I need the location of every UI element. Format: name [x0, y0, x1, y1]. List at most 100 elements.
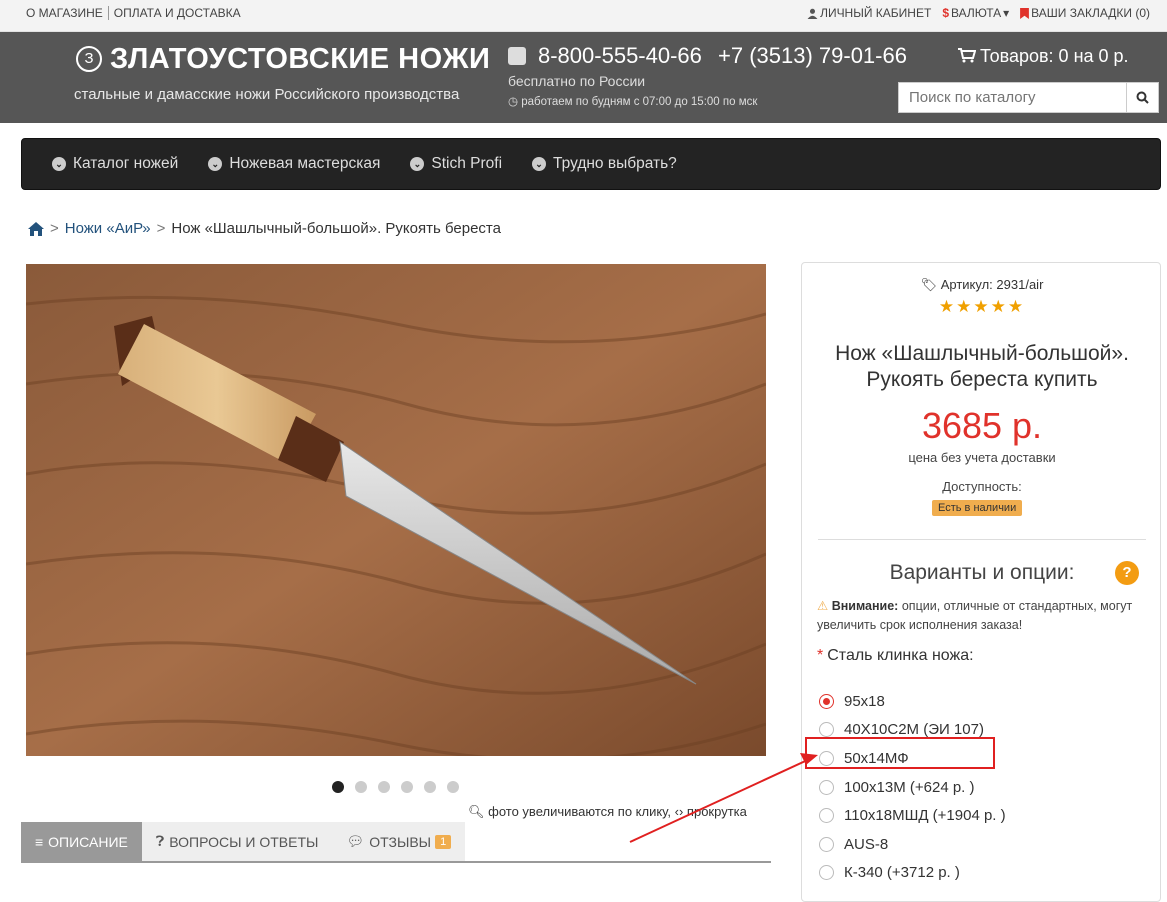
gallery-dot[interactable]: [401, 781, 413, 793]
steel-option[interactable]: 110х18МШД (+1904 р. ): [819, 801, 1006, 830]
reviews-count-badge: 1: [435, 834, 452, 849]
breadcrumb: > Ножи «АиР» > Нож «Шашлычный-большой». …: [28, 220, 501, 237]
price-note: цена без учета доставки: [908, 450, 1056, 465]
top-bar: О МАГАЗИНЕ ОПЛАТА И ДОСТАВКА ЛИЧНЫЙ КАБИ…: [0, 0, 1167, 32]
list-icon: ≡: [35, 833, 44, 850]
steel-label: * Сталь клинка ножа:: [817, 647, 974, 665]
cart-summary[interactable]: Товаров: 0 на 0 р.: [958, 46, 1129, 67]
phone-primary[interactable]: 8-800-555-40-66: [508, 43, 702, 69]
required-marker: *: [817, 647, 824, 664]
radio-button[interactable]: [819, 722, 834, 738]
gallery-dot[interactable]: [378, 781, 390, 793]
steel-option[interactable]: AUS-8: [819, 830, 1006, 859]
sku-label: Артикул:: [940, 277, 993, 292]
nav-item-help-choose-label: Трудно выбрать?: [553, 155, 677, 172]
logo-mark[interactable]: З: [76, 46, 102, 72]
user-icon: [807, 8, 818, 19]
tab-questions[interactable]: ❓︎ ВОПРОСЫ И ОТВЕТЫ: [141, 822, 333, 861]
chevron-down-icon: ⌄: [52, 157, 66, 171]
search-input[interactable]: [899, 83, 1126, 112]
steel-option-label: AUS-8: [844, 835, 889, 853]
steel-option-label: 95х18: [844, 692, 885, 710]
annotation-highlight-box: [805, 737, 995, 769]
nav-item-help-choose[interactable]: ⌄ Трудно выбрать?: [532, 155, 677, 173]
chevron-down-icon: ⌄: [532, 157, 547, 171]
phone-icon: [508, 47, 526, 65]
about-link[interactable]: О МАГАЗИНЕ: [26, 6, 108, 20]
bookmarks-link[interactable]: ВАШИ ЗАКЛАДКИ (0): [1020, 6, 1150, 20]
zoom-icon: 🔍︎: [468, 804, 485, 819]
nav-item-workshop-label: Ножевая мастерская: [229, 155, 381, 172]
phone-secondary[interactable]: +7 (3513) 79-01-66: [718, 43, 907, 69]
tab-reviews[interactable]: 💬︎ ОТЗЫВЫ 1: [332, 822, 466, 861]
working-hours-text: работаем по будням с 07:00 до 15:00 по м…: [521, 96, 758, 108]
warning-bold: Внимание:: [831, 599, 899, 613]
product-price: 3685 р.: [921, 405, 1043, 446]
search-button[interactable]: [1126, 83, 1158, 112]
bookmarks-label: ВАШИ ЗАКЛАДКИ (0): [1031, 6, 1150, 20]
steel-option[interactable]: К-340 (+3712 р. ): [819, 859, 1006, 888]
phone-note: бесплатно по России: [508, 73, 646, 89]
caret-down-icon: ▾: [1003, 6, 1010, 20]
gallery-dot[interactable]: [447, 781, 459, 793]
comments-icon: 💬︎: [346, 833, 365, 849]
nav-item-stich-profi[interactable]: ⌄ Stich Profi: [410, 155, 502, 173]
arrows-horizontal-icon: ‹›: [674, 804, 684, 819]
tag-icon: 🏷︎: [920, 277, 938, 292]
rating-stars: ★★★★★: [938, 297, 1026, 316]
tab-description[interactable]: ≡ ОПИСАНИЕ: [21, 822, 142, 861]
account-link[interactable]: ЛИЧНЫЙ КАБИНЕТ: [807, 6, 931, 20]
dollar-icon: $: [942, 6, 949, 20]
gallery-dots: [332, 781, 459, 793]
bookmark-icon: [1020, 7, 1030, 19]
breadcrumb-link-air[interactable]: Ножи «АиР»: [65, 220, 151, 237]
nav-item-catalog-label: Каталог ножей: [73, 155, 179, 172]
delivery-link[interactable]: ОПЛАТА И ДОСТАВКА: [107, 6, 246, 20]
radio-button[interactable]: [819, 693, 834, 709]
search-icon: [1136, 91, 1149, 104]
product-info-panel: 🏷︎ Артикул: 2931/air ★★★★★ Нож «Шашлычны…: [801, 262, 1161, 902]
gallery-dot[interactable]: [355, 781, 367, 793]
nav-item-stich-profi-label: Stich Profi: [431, 155, 503, 172]
question-circle-icon: ❓︎: [155, 833, 165, 849]
working-hours: ◷ работаем по будням с 07:00 до 15:00 по…: [508, 94, 757, 108]
radio-button[interactable]: [819, 865, 834, 881]
nav-item-catalog[interactable]: ⌄ Каталог ножей: [52, 155, 178, 173]
main-nav: ⌄ Каталог ножей ⌄ Ножевая мастерская ⌄ Stic…: [21, 138, 1161, 190]
stock-badge: Есть в наличии: [932, 500, 1023, 516]
nav-item-workshop[interactable]: ⌄ Ножевая мастерская: [208, 155, 380, 173]
radio-button[interactable]: [819, 836, 834, 852]
logo-title[interactable]: ЗЛАТОУСТОВСКИЕ НОЖИ: [110, 43, 490, 76]
phone-primary-number: 8-800-555-40-66: [538, 43, 702, 68]
search-form: [898, 82, 1159, 113]
logo-subtitle: стальные и дамасские ножи Российского пр…: [74, 86, 460, 103]
product-photo[interactable]: [26, 264, 766, 756]
account-label: ЛИЧНЫЙ КАБИНЕТ: [820, 6, 932, 20]
zoom-note: фото увеличиваются по клику,: [488, 804, 671, 819]
cart-text: Товаров: 0 на 0 р.: [980, 46, 1129, 66]
gallery-dot[interactable]: [332, 781, 344, 793]
home-icon[interactable]: [28, 221, 44, 236]
currency-label: ВАЛЮТА: [951, 6, 1002, 20]
steel-option[interactable]: 95х18: [819, 687, 1006, 716]
divider: [818, 539, 1146, 540]
knife-image: [26, 264, 766, 756]
product-title: Нож «Шашлычный-большой». Рукоять береста…: [835, 342, 1129, 391]
chevron-down-icon: ⌄: [410, 157, 425, 171]
top-right-links: ЛИЧНЫЙ КАБИНЕТ $ ВАЛЮТА ▾ ВАШИ ЗАКЛАДКИ …: [807, 6, 1150, 20]
availability-label: Доступность:: [942, 479, 1022, 494]
scroll-note: прокрутка: [686, 804, 747, 819]
gallery-hint: 🔍︎ фото увеличиваются по клику, ‹› прокр…: [468, 804, 747, 820]
gallery-dot[interactable]: [424, 781, 436, 793]
warning-icon: ⚠: [817, 599, 829, 613]
tab-questions-label: ВОПРОСЫ И ОТВЕТЫ: [169, 833, 319, 850]
steel-option[interactable]: 100х13М (+624 р. ): [819, 773, 1006, 802]
tab-reviews-label: ОТЗЫВЫ: [369, 833, 432, 850]
help-icon[interactable]: ?: [1115, 561, 1139, 585]
radio-button[interactable]: [819, 808, 834, 824]
product-tabs: ≡ ОПИСАНИЕ ❓︎ ВОПРОСЫ И ОТВЕТЫ 💬︎ ОТЗЫВЫ 1: [21, 822, 771, 863]
steel-options: 95х18 40Х10С2М (ЭИ 107) 50х14МФ 100х13М …: [819, 687, 1006, 887]
steel-option-label: 100х13М (+624 р. ): [844, 778, 975, 796]
currency-dropdown[interactable]: $ ВАЛЮТА ▾: [942, 6, 1009, 20]
radio-button[interactable]: [819, 779, 834, 795]
